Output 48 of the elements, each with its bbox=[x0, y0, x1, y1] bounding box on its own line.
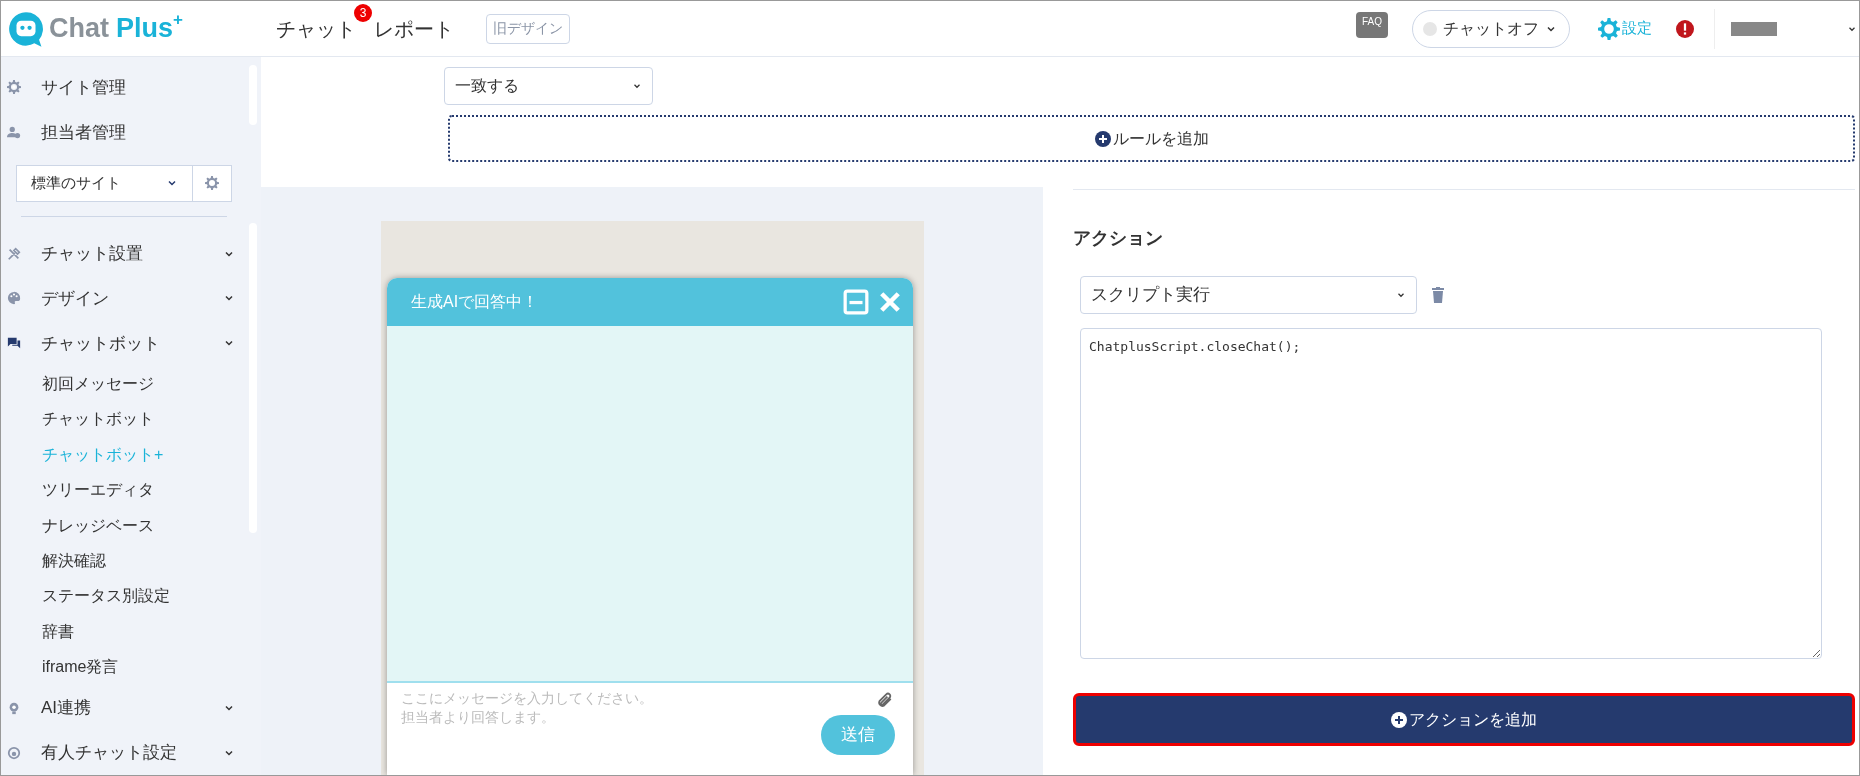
logo-text: Plus bbox=[116, 15, 174, 42]
action-select[interactable]: スクリプト実行 bbox=[1080, 276, 1417, 314]
gear-icon bbox=[7, 80, 21, 95]
sidebar-subitem[interactable]: ツリーエディタ bbox=[1, 472, 247, 508]
logo-text: Chat bbox=[49, 15, 109, 42]
lightbulb-icon bbox=[7, 700, 21, 715]
chat-bubble-logo-icon bbox=[7, 9, 45, 48]
chat-bubbles-icon bbox=[7, 336, 21, 351]
sidebar-subitem[interactable]: チャットボット bbox=[1, 401, 247, 437]
sidebar-item[interactable]: チャット設置 bbox=[1, 231, 247, 276]
match-select[interactable]: 一致する bbox=[444, 67, 653, 105]
section-heading: アクション bbox=[1073, 227, 1164, 250]
sidebar-item[interactable]: AI連携 bbox=[1, 685, 247, 731]
palette-icon bbox=[7, 291, 21, 306]
sidebar-subitem[interactable]: ステータス別設定 bbox=[1, 578, 247, 615]
trash-icon[interactable] bbox=[1431, 287, 1445, 303]
logo-mark: + bbox=[173, 11, 183, 28]
notification-badge: 3 bbox=[354, 3, 372, 22]
sidebar-item[interactable]: 担当者管理 bbox=[1, 109, 247, 155]
plus-circle-icon bbox=[1094, 130, 1111, 147]
nav-link[interactable]: チャット bbox=[276, 17, 356, 40]
gear-icon bbox=[205, 176, 219, 191]
sidebar-subitem[interactable]: 初回メッセージ bbox=[1, 365, 247, 402]
add-rule-button[interactable]: ルールを追加 bbox=[448, 115, 1855, 162]
sidebar-subitem[interactable]: ナレッジベース bbox=[1, 507, 247, 544]
chat-title: 生成AIで回答中！ bbox=[411, 292, 540, 312]
nav-link[interactable]: レポート bbox=[374, 17, 454, 40]
sidebar-item[interactable]: チャットボット bbox=[1, 320, 247, 366]
plus-circle-icon bbox=[1391, 711, 1407, 728]
sidebar-item[interactable]: サイト管理 bbox=[1, 65, 247, 110]
minimize-icon[interactable] bbox=[843, 289, 869, 315]
user-gear-icon bbox=[7, 125, 21, 140]
sidebar-item[interactable]: 有人チャット設定 bbox=[1, 730, 247, 775]
sidebar-subitem[interactable]: iframe発言 bbox=[1, 649, 247, 686]
alert-icon bbox=[1676, 19, 1694, 38]
sidebar-subitem[interactable]: 辞書 bbox=[1, 614, 247, 650]
site-select[interactable]: 標準のサイト bbox=[16, 164, 232, 203]
message-input[interactable]: ここにメッセージを入力してください。担当者より回答します。 bbox=[387, 683, 659, 775]
tools-icon bbox=[7, 246, 21, 261]
redacted-user-name bbox=[1731, 21, 1777, 36]
close-icon[interactable] bbox=[879, 291, 901, 313]
add-action-button[interactable]: アクションを追加 bbox=[1073, 693, 1855, 746]
script-editor[interactable]: ChatplusScript.closeChat(); bbox=[1080, 328, 1822, 659]
settings-icon bbox=[1598, 17, 1620, 40]
faq-button[interactable]: FAQ bbox=[1356, 11, 1388, 38]
sidebar-subitem[interactable]: 解決確認 bbox=[1, 543, 247, 579]
sidebar-item[interactable]: デザイン bbox=[1, 276, 247, 321]
paperclip-icon[interactable] bbox=[875, 691, 893, 709]
